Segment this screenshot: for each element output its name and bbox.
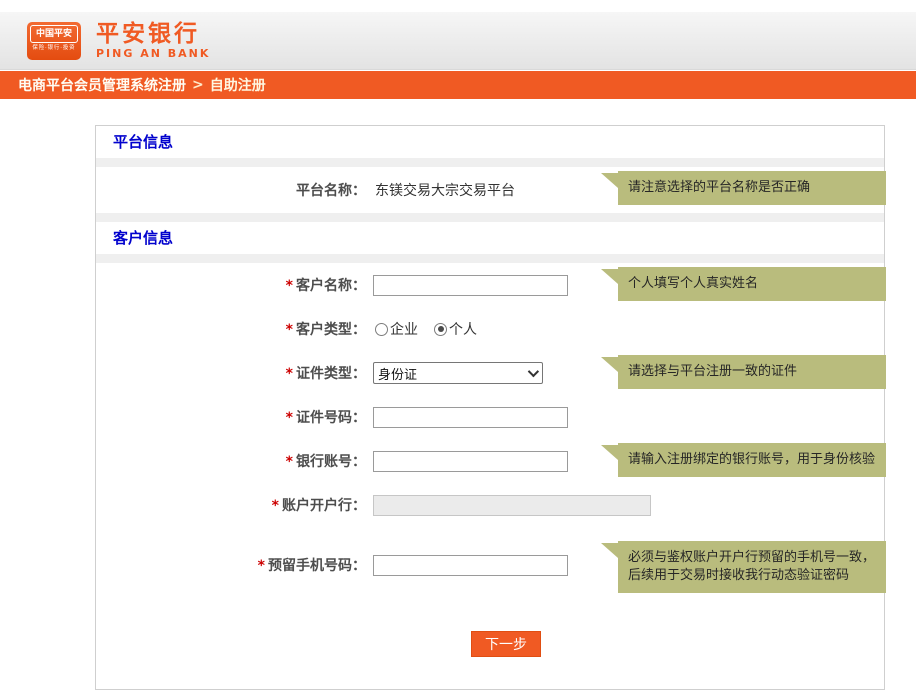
phone-label: *预留手机号码： (96, 555, 366, 575)
required-marker: * (286, 454, 293, 470)
bank-name-en: PING AN BANK (96, 47, 210, 60)
tooltip-bank-account: 请输入注册绑定的银行账号，用于身份核验 (618, 443, 886, 477)
required-marker: * (272, 498, 279, 514)
cert-type-label-text: 证件类型： (296, 366, 366, 382)
section-title-platform: 平台信息 (96, 126, 884, 158)
required-marker: * (286, 410, 293, 426)
account-bank-label-text: 账户开户行： (282, 498, 366, 514)
account-bank-row: *账户开户行： (96, 483, 884, 527)
pingan-logo-tagline: 保险·银行·投资 (32, 43, 75, 51)
registration-panel: 平台信息 平台名称： 东镁交易大宗交易平台 请注意选择的平台名称是否正确 客户信… (95, 125, 885, 690)
required-marker: * (286, 278, 293, 294)
chevron-down-icon (528, 366, 539, 377)
phone-row: *预留手机号码： 必须与鉴权账户开户行预留的手机号一致，后续用于交易时接收我行动… (96, 541, 884, 589)
radio-enterprise-label: 企业 (390, 319, 418, 339)
bank-account-label: *银行账号： (96, 451, 366, 471)
pingan-logo-text: 中国平安 (30, 25, 78, 43)
radio-unselected-icon[interactable] (375, 323, 388, 336)
pingan-logo: 中国平安 保险·银行·投资 (27, 22, 81, 60)
divider (96, 213, 884, 222)
required-marker: * (286, 366, 293, 382)
radio-option-personal[interactable]: 个人 (434, 319, 477, 339)
cert-no-label-text: 证件号码： (296, 410, 366, 426)
masthead: 中国平安 保险·银行·投资 平安银行 PING AN BANK (0, 12, 916, 70)
breadcrumb-root: 电商平台会员管理系统注册 (18, 75, 186, 95)
breadcrumb-separator: > (192, 77, 204, 93)
radio-personal-label: 个人 (449, 319, 477, 339)
radio-selected-icon[interactable] (434, 323, 447, 336)
bank-account-row: *银行账号： 请输入注册绑定的银行账号，用于身份核验 (96, 439, 884, 483)
customer-type-row: *客户类型： 企业 个人 (96, 307, 884, 351)
submit-row: 下一步 (96, 631, 884, 657)
tooltip-customer-name: 个人填写个人真实姓名 (618, 267, 886, 301)
section-title-customer: 客户信息 (96, 222, 884, 254)
bank-account-input[interactable] (373, 451, 568, 472)
customer-name-label-text: 客户名称： (296, 278, 366, 294)
required-marker: * (258, 558, 265, 574)
divider (96, 254, 884, 263)
customer-type-label: *客户类型： (96, 319, 366, 339)
account-bank-label: *账户开户行： (96, 495, 366, 515)
tooltip-phone: 必须与鉴权账户开户行预留的手机号一致，后续用于交易时接收我行动态验证密码 (618, 541, 886, 593)
account-bank-input (373, 495, 651, 516)
radio-option-enterprise[interactable]: 企业 (375, 319, 418, 339)
breadcrumb-current: 自助注册 (210, 75, 266, 95)
cert-type-label: *证件类型： (96, 363, 366, 383)
tooltip-platform-name: 请注意选择的平台名称是否正确 (618, 171, 886, 205)
bank-name-block: 平安银行 PING AN BANK (96, 21, 210, 60)
customer-name-input[interactable] (373, 275, 568, 296)
phone-label-text: 预留手机号码： (268, 558, 366, 574)
tooltip-cert-type: 请选择与平台注册一致的证件 (618, 355, 886, 389)
platform-name-label: 平台名称： (96, 180, 366, 200)
customer-name-row: *客户名称： 个人填写个人真实姓名 (96, 263, 884, 307)
required-marker: * (286, 322, 293, 338)
customer-name-label: *客户名称： (96, 275, 366, 295)
customer-type-label-text: 客户类型： (296, 322, 366, 338)
phone-input[interactable] (373, 555, 568, 576)
breadcrumb: 电商平台会员管理系统注册 > 自助注册 (0, 71, 916, 99)
divider (96, 158, 884, 167)
cert-type-selected-value: 身份证 (378, 364, 417, 383)
cert-no-input[interactable] (373, 407, 568, 428)
bank-account-label-text: 银行账号： (296, 454, 366, 470)
next-step-button[interactable]: 下一步 (471, 631, 541, 657)
cert-no-row: *证件号码： (96, 395, 884, 439)
bank-name-cn: 平安银行 (96, 21, 210, 47)
platform-name-value: 东镁交易大宗交易平台 (375, 180, 515, 200)
cert-type-row: *证件类型： 身份证 请选择与平台注册一致的证件 (96, 351, 884, 395)
platform-name-row: 平台名称： 东镁交易大宗交易平台 请注意选择的平台名称是否正确 (96, 167, 884, 213)
cert-no-label: *证件号码： (96, 407, 366, 427)
top-strip (0, 0, 916, 12)
cert-type-select[interactable]: 身份证 (373, 362, 543, 384)
customer-type-radio-group: 企业 个人 (375, 319, 477, 339)
